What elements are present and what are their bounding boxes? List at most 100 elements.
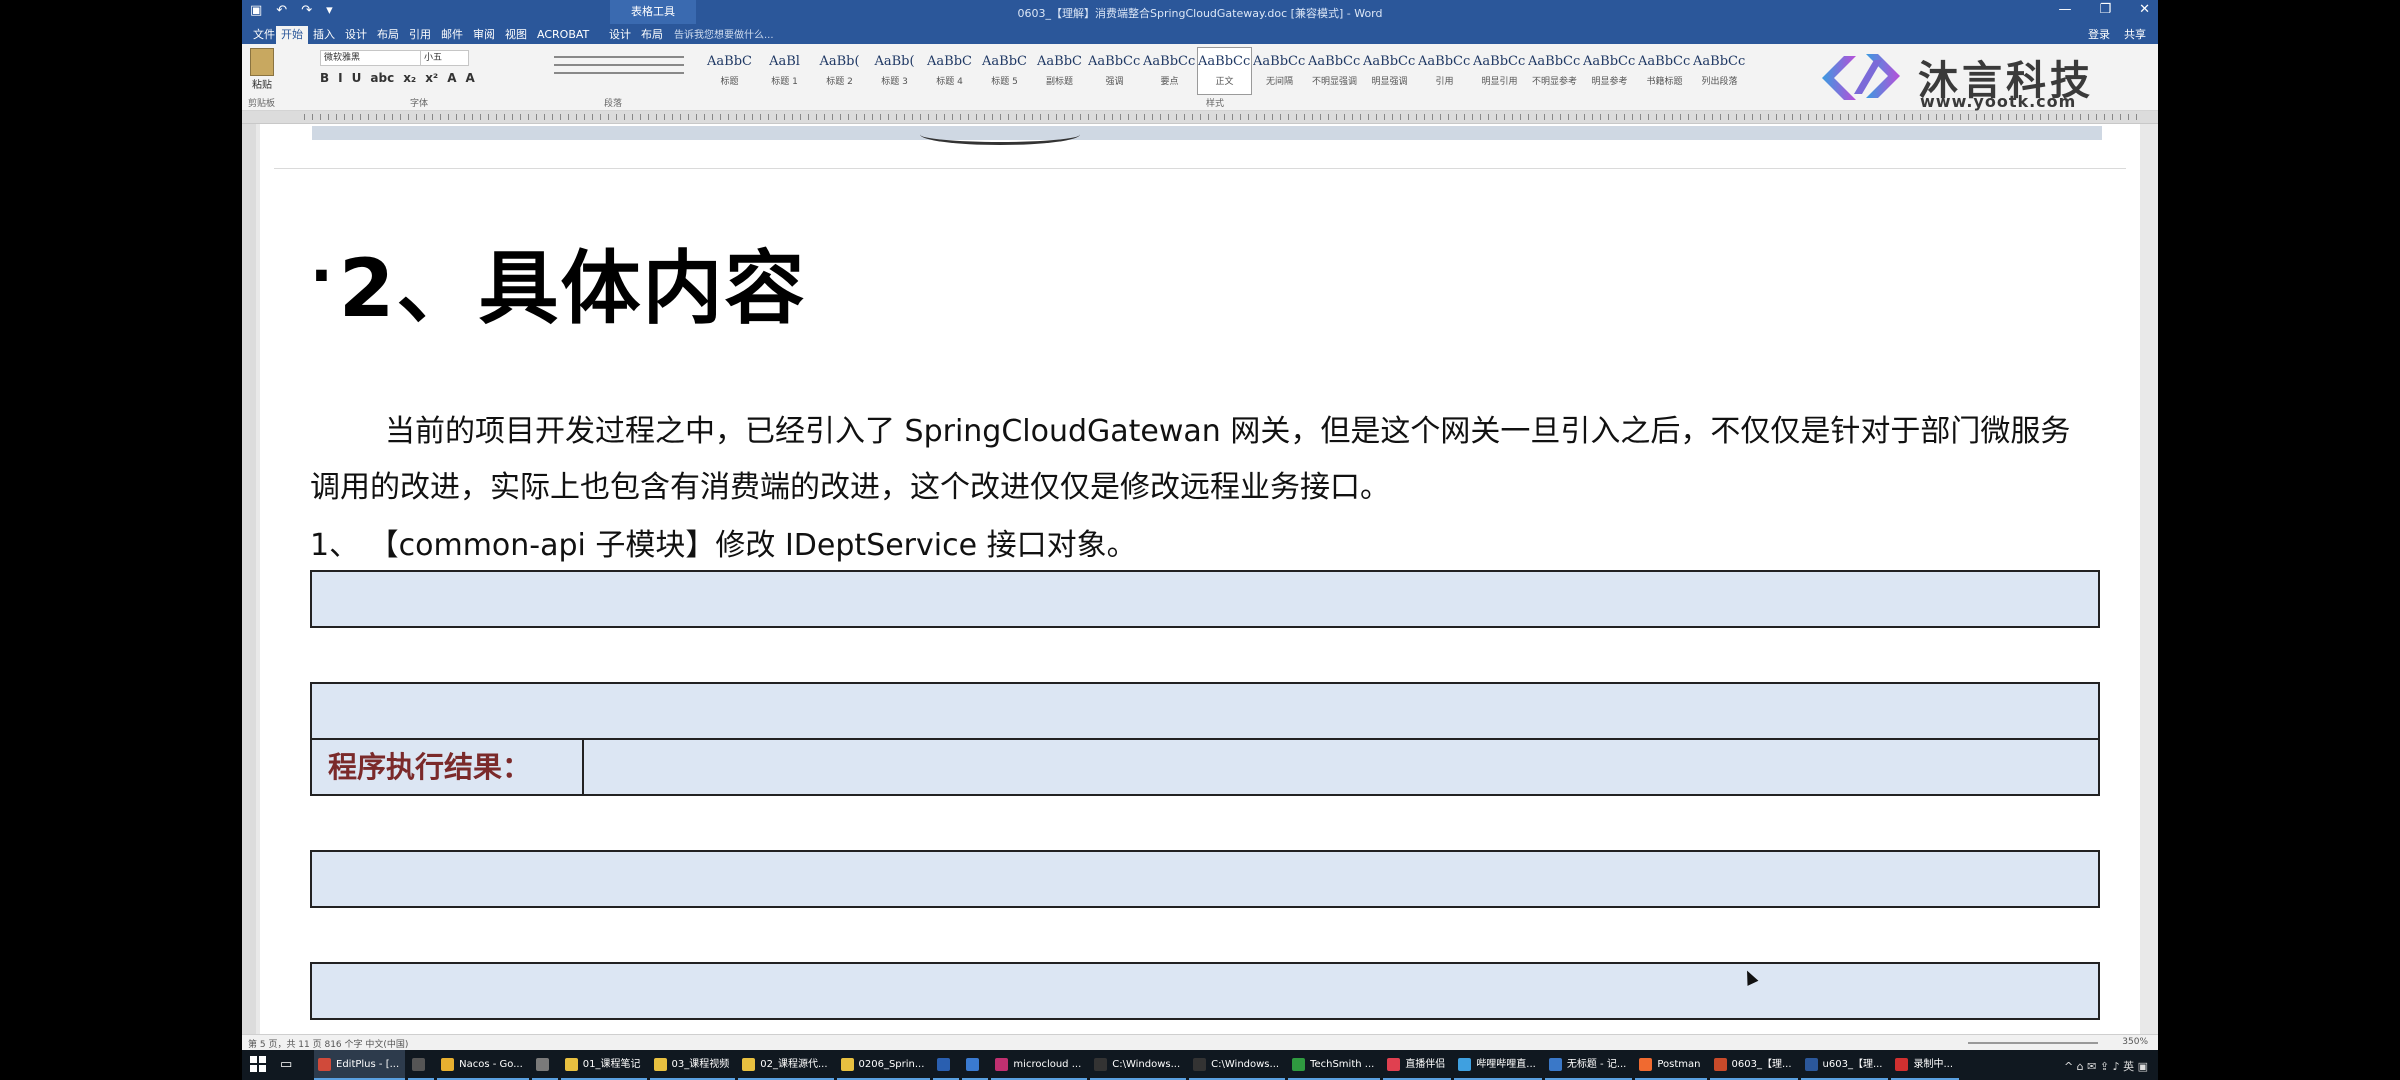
document-page[interactable]: ·2、具体内容 当前的项目开发过程之中，已经引入了 SpringCloudGat… <box>260 124 2140 1034</box>
strikethrough-button[interactable]: abc <box>370 71 394 85</box>
result-table[interactable]: 程序执行结果： <box>310 738 2100 796</box>
taskbar-app[interactable]: TechSmith ... <box>1288 1050 1381 1080</box>
zoom-level[interactable]: 350% <box>2122 1037 2148 1047</box>
taskbar-app[interactable]: 直播伴侣 <box>1383 1050 1452 1080</box>
style-gallery-item[interactable]: AaBbCcD 不明显参考 <box>1527 47 1582 95</box>
taskbar-app[interactable]: 录制中... <box>1891 1050 1960 1080</box>
tab-layout[interactable]: 布局 <box>372 26 404 44</box>
app-icon <box>412 1058 426 1071</box>
style-sample: AaBbCcDc <box>1473 54 1526 69</box>
style-gallery-item[interactable]: AaBbCcI 明显参考 <box>1582 47 1637 95</box>
system-tray[interactable]: ^ ⌂ ✉ ⇪ ♪ 英 ▣ <box>2064 1058 2148 1074</box>
taskbar-app[interactable] <box>531 1050 558 1080</box>
body-paragraph[interactable]: 当前的项目开发过程之中，已经引入了 SpringCloudGatewan 网关，… <box>310 404 2100 516</box>
font-size-select[interactable]: 小五 <box>420 50 469 66</box>
paragraph-controls[interactable] <box>554 50 704 80</box>
maximize-button[interactable]: ❐ <box>2099 2 2111 17</box>
style-gallery-item[interactable]: AaBbCcD 书籍标题 <box>1637 47 1692 95</box>
horizontal-ruler[interactable] <box>242 111 2158 124</box>
font-color-button[interactable]: A <box>465 71 474 85</box>
style-gallery-item[interactable]: AaBbCcDc 明显引用 <box>1472 47 1527 95</box>
taskbar-app[interactable] <box>408 1050 435 1080</box>
code-box-3[interactable] <box>310 850 2100 908</box>
tab-design[interactable]: 设计 <box>340 26 372 44</box>
style-sample: AaBb( <box>874 54 915 69</box>
taskbar-app[interactable]: C:\Windows... <box>1189 1050 1286 1080</box>
taskbar-app[interactable] <box>933 1050 960 1080</box>
tab-home[interactable]: 开始 <box>276 26 308 44</box>
taskbar-app[interactable]: C:\Windows... <box>1090 1050 1187 1080</box>
style-gallery-item[interactable]: AaBbCcDc 不明显强调 <box>1307 47 1362 95</box>
style-gallery-item[interactable]: AaBl 标题 1 <box>757 47 812 95</box>
numbered-list-item[interactable]: 1、 【common-api 子模块】修改 IDeptService 接口对象。 <box>310 520 1137 564</box>
font-name-select[interactable]: 微软雅黑 <box>320 50 421 66</box>
tab-mailings[interactable]: 邮件 <box>436 26 468 44</box>
paste-button[interactable]: 粘贴 <box>248 48 276 92</box>
share-button[interactable]: 共享 <box>2124 26 2146 42</box>
taskbar-app[interactable]: u603_【理... <box>1800 1050 1889 1080</box>
style-gallery-item[interactable]: AaBb(标题 3 <box>867 47 922 95</box>
style-name: 标题 2 <box>826 77 853 87</box>
vertical-ruler[interactable] <box>242 124 256 1034</box>
taskbar-app[interactable]: 01_课程笔记 <box>560 1050 647 1080</box>
tell-me-search[interactable]: 告诉我您想要做什么... <box>674 26 774 41</box>
style-gallery-item[interactable]: AaBbC 副标题 <box>1032 47 1087 95</box>
style-gallery-item[interactable]: AaBbCcDc 列出段落 <box>1692 47 1747 95</box>
windows-start-icon[interactable] <box>250 1056 266 1072</box>
style-gallery-item[interactable]: AaBbCcDc 正文 <box>1197 47 1252 95</box>
style-gallery-item[interactable]: AaBbCcDc 引用 <box>1417 47 1472 95</box>
tab-acrobat[interactable]: ACROBAT <box>532 26 594 44</box>
style-gallery-item[interactable]: AaBbC 标题 <box>702 47 757 95</box>
taskbar-app[interactable]: 0206_Sprin... <box>836 1050 931 1080</box>
app-label: 直播伴侣 <box>1405 1059 1446 1070</box>
taskbar-app[interactable]: Postman <box>1635 1050 1707 1080</box>
tab-insert[interactable]: 插入 <box>308 26 340 44</box>
tab-review[interactable]: 审阅 <box>468 26 500 44</box>
style-gallery-item[interactable]: AaBbCcD 要点 <box>1142 47 1197 95</box>
app-icon <box>1713 1058 1727 1071</box>
taskbar-app[interactable]: 哔哩哔哩直... <box>1454 1050 1542 1080</box>
section-heading[interactable]: ·2、具体内容 <box>310 224 806 340</box>
minimize-button[interactable]: — <box>2058 2 2071 17</box>
ribbon: 粘贴 微软雅黑 小五 B I U abc x₂ x² A A AaBbC 标题 Aa… <box>242 44 2158 111</box>
taskbar-app[interactable]: 无标题 - 记... <box>1544 1050 1633 1080</box>
italic-button[interactable]: I <box>338 71 342 85</box>
account-area: 登录 共享 <box>2088 26 2146 42</box>
zoom-slider[interactable] <box>1968 1042 2098 1044</box>
taskbar-app[interactable]: Nacos - Go... <box>437 1050 529 1080</box>
app-label: u603_【理... <box>1822 1059 1883 1070</box>
style-gallery-item[interactable]: AaBbCcDc 无间隔 <box>1252 47 1307 95</box>
style-sample: AaBbCcD <box>1088 54 1141 69</box>
taskbar-app[interactable]: microcloud ... <box>991 1050 1088 1080</box>
app-icon <box>1895 1058 1909 1071</box>
style-gallery-item[interactable]: AaBb(标题 2 <box>812 47 867 95</box>
code-box-4[interactable] <box>310 962 2100 1020</box>
login-link[interactable]: 登录 <box>2088 26 2110 42</box>
taskbar-app[interactable] <box>962 1050 989 1080</box>
superscript-button[interactable]: x² <box>425 71 438 85</box>
style-gallery-item[interactable]: AaBbCcDc 明显强调 <box>1362 47 1417 95</box>
tab-table-layout[interactable]: 布局 <box>636 26 668 44</box>
taskbar-app[interactable]: 0603_【理... <box>1709 1050 1798 1080</box>
underline-button[interactable]: U <box>352 71 362 85</box>
tab-table-design[interactable]: 设计 <box>604 26 636 44</box>
taskbar-app[interactable]: 02_课程源代... <box>738 1050 834 1080</box>
style-gallery-item[interactable]: AaBbC 标题 5 <box>977 47 1032 95</box>
highlight-button[interactable]: A <box>447 71 456 85</box>
style-gallery-item[interactable]: AaBbC 标题 4 <box>922 47 977 95</box>
document-title: 0603_【理解】消费端整合SpringCloudGateway.doc [兼容… <box>1017 7 1383 20</box>
code-box-1[interactable] <box>310 570 2100 628</box>
subscript-button[interactable]: x₂ <box>403 71 416 85</box>
app-label: microcloud ... <box>1013 1059 1082 1070</box>
tab-references[interactable]: 引用 <box>404 26 436 44</box>
tab-view[interactable]: 视图 <box>500 26 532 44</box>
app-icon <box>966 1058 980 1071</box>
bold-button[interactable]: B <box>320 71 329 85</box>
code-box-2[interactable] <box>310 682 2100 740</box>
taskbar-app[interactable]: 03_课程视频 <box>649 1050 736 1080</box>
close-button[interactable]: ✕ <box>2139 2 2150 17</box>
page-break-line <box>274 168 2126 169</box>
taskbar-app[interactable]: EditPlus - [... <box>314 1050 406 1080</box>
style-gallery-item[interactable]: AaBbCcD 强调 <box>1087 47 1142 95</box>
task-view-icon[interactable]: ▭ <box>280 1057 292 1072</box>
